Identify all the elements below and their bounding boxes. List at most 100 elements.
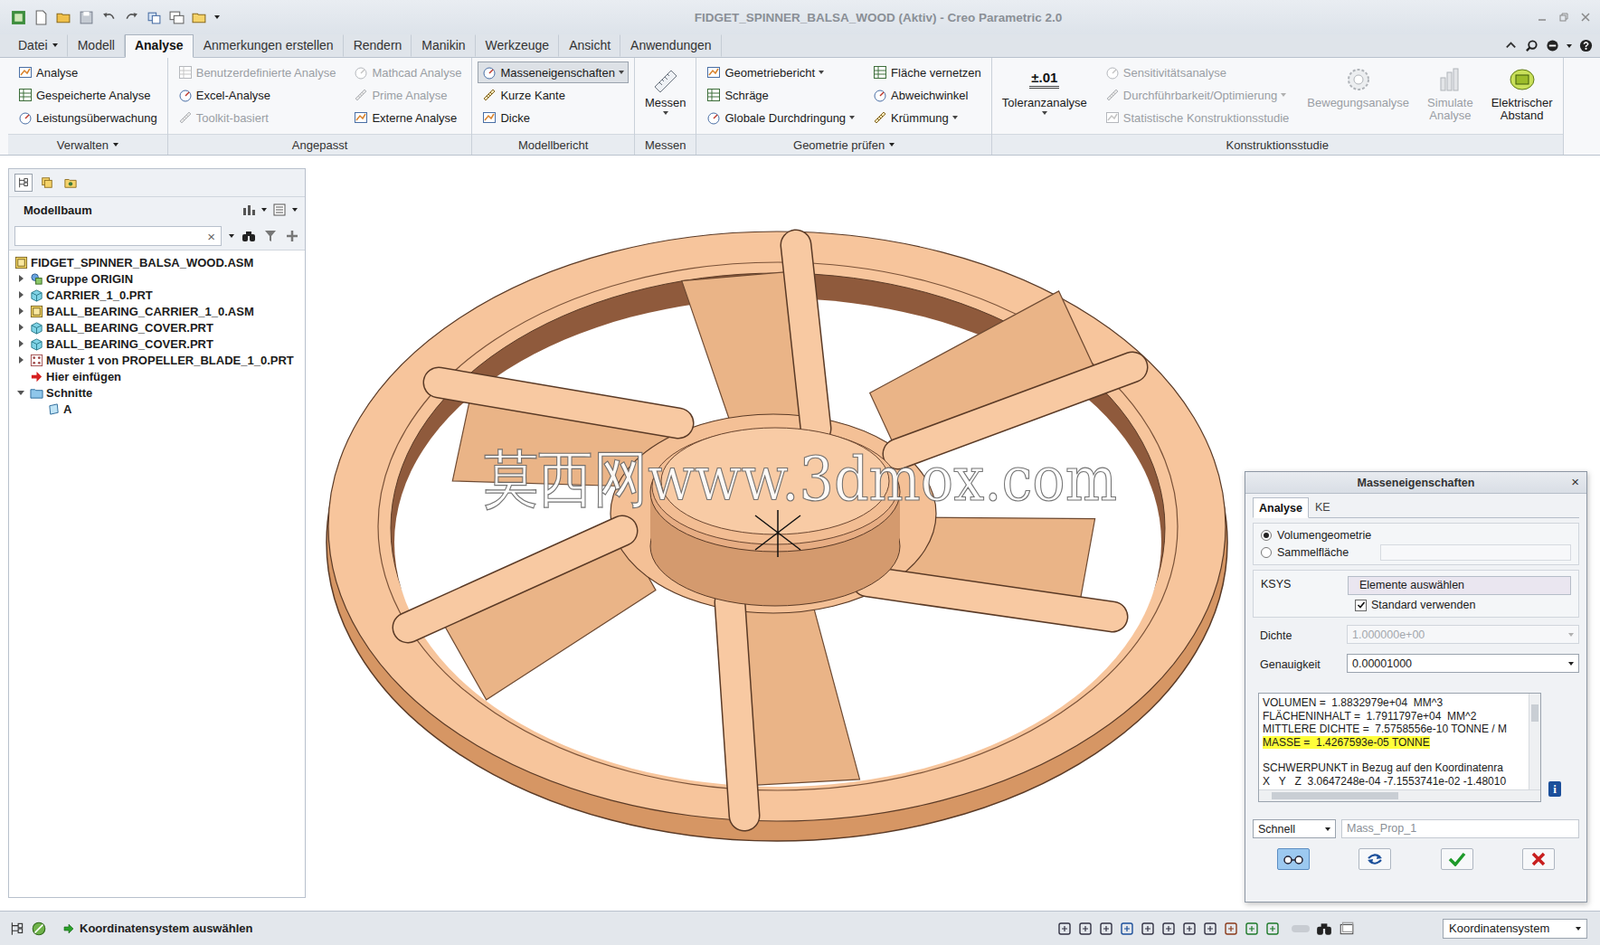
zoom-fit-icon[interactable] xyxy=(1057,921,1072,937)
ribbon-button[interactable]: Gespeicherte Analyse xyxy=(13,84,162,106)
accuracy-field[interactable]: 0.00001000 xyxy=(1346,653,1580,673)
ribbon-tab[interactable]: Datei xyxy=(8,34,68,57)
binoculars-icon[interactable] xyxy=(241,228,256,244)
datum-display-icon[interactable] xyxy=(1223,921,1239,937)
dropdown-caret-icon[interactable] xyxy=(228,234,235,238)
ribbon-large-button[interactable]: Elektrischer Abstand xyxy=(1486,61,1558,126)
view-manager-icon[interactable] xyxy=(1140,921,1156,937)
minimize-icon[interactable] xyxy=(1536,11,1548,23)
tree-toggle-icon[interactable] xyxy=(9,920,26,938)
tree-toggle[interactable] xyxy=(14,304,28,318)
tree-item[interactable]: Hier einfügen xyxy=(9,368,305,385)
tree-item[interactable]: BALL_BEARING_COVER.PRT xyxy=(9,335,305,352)
ribbon-tab[interactable]: Analyse xyxy=(124,34,194,58)
ribbon-large-button[interactable]: Simulate Analyse xyxy=(1422,61,1478,126)
ribbon-button[interactable]: Masseneigenschaften xyxy=(477,61,628,84)
ribbon-button[interactable]: Fläche vernetzen xyxy=(868,61,986,84)
redo-icon[interactable] xyxy=(123,9,140,26)
ribbon-button[interactable]: Dicke xyxy=(477,106,628,129)
ribbon-button[interactable]: Analyse xyxy=(13,61,162,84)
radio-button[interactable] xyxy=(1260,547,1272,559)
ribbon-button[interactable]: Abweichwinkel xyxy=(868,84,986,106)
ribbon-large-button[interactable]: ±.01 Toleranzanalyse xyxy=(997,61,1092,118)
select-elements-field[interactable]: Elemente auswählen xyxy=(1347,576,1572,596)
saved-views-icon[interactable] xyxy=(1182,921,1197,937)
help-icon[interactable] xyxy=(1579,38,1593,53)
ribbon-button[interactable]: Externe Analyse xyxy=(349,106,466,129)
density-field[interactable]: 1.000000e+00 xyxy=(1346,624,1580,644)
dialog-tab[interactable]: Analyse xyxy=(1252,497,1309,519)
new-file-icon[interactable] xyxy=(33,9,49,26)
zoom-in-icon[interactable] xyxy=(1078,921,1093,937)
selection-filter-dropdown[interactable]: Koordinatensystem xyxy=(1442,918,1588,939)
display-style-icon[interactable] xyxy=(1161,921,1176,937)
spin-center-icon[interactable] xyxy=(1265,921,1280,937)
ribbon-tab[interactable]: Modell xyxy=(67,34,125,57)
customize-caret-icon[interactable] xyxy=(214,15,220,19)
tree-toggle[interactable] xyxy=(14,288,28,302)
ribbon-button[interactable]: Toolkit-basiert xyxy=(173,106,341,129)
settings-icon[interactable] xyxy=(241,202,256,218)
section-icon[interactable] xyxy=(1202,921,1218,937)
ribbon-group-label[interactable]: Geometrie prüfen xyxy=(696,133,991,155)
ribbon-button[interactable]: Sensitivitätsanalyse xyxy=(1100,61,1295,84)
tree-toggle[interactable] xyxy=(14,386,28,399)
undo-icon[interactable] xyxy=(101,9,117,26)
tree-item[interactable]: Schnitte xyxy=(9,384,305,401)
ribbon-tab[interactable]: Rendern xyxy=(343,34,413,57)
graphics-window[interactable]: 莫西网www.3dmox.com Masseneigenschaften × A… xyxy=(305,155,1600,911)
open-folder-icon[interactable] xyxy=(56,9,72,26)
folder-icon[interactable] xyxy=(191,9,208,26)
find-icon[interactable] xyxy=(1315,920,1333,938)
repaint-icon[interactable] xyxy=(1119,921,1135,937)
radio-button[interactable] xyxy=(1260,530,1272,541)
ribbon-tab[interactable]: Anmerkungen erstellen xyxy=(193,34,344,57)
browser-toggle-icon[interactable] xyxy=(30,920,48,938)
ribbon-button[interactable]: Durchführbarkeit/Optimierung xyxy=(1100,84,1295,106)
tree-item[interactable]: A xyxy=(9,400,305,417)
tree-item[interactable]: BALL_BEARING_CARRIER_1_0.ASM xyxy=(9,302,305,320)
dropdown-caret-icon[interactable] xyxy=(261,208,267,212)
horizontal-scrollbar[interactable] xyxy=(1259,789,1541,802)
ribbon-tab[interactable]: Anwendungen xyxy=(620,34,722,57)
close-icon[interactable] xyxy=(1580,11,1591,23)
tree-toggle[interactable] xyxy=(14,321,28,334)
ribbon-tab[interactable]: Manikin xyxy=(411,34,475,57)
show-list-icon[interactable] xyxy=(272,202,287,218)
vertical-scrollbar[interactable] xyxy=(1528,693,1541,790)
ribbon-button[interactable]: Globale Durchdringung xyxy=(701,106,860,129)
add-column-icon[interactable] xyxy=(284,228,300,244)
zoom-out-icon[interactable] xyxy=(1098,921,1114,937)
favorites-icon[interactable] xyxy=(61,173,80,192)
windows-icon[interactable] xyxy=(169,9,185,26)
ribbon-group-label[interactable]: Verwalten xyxy=(8,133,168,155)
selection-toggle[interactable] xyxy=(1291,925,1310,933)
ribbon-button[interactable]: Mathcad Analyse xyxy=(349,61,466,84)
ribbon-button[interactable]: Schräge xyxy=(701,84,860,106)
dialog-tab[interactable]: KE xyxy=(1308,497,1337,518)
ribbon-button[interactable]: Excel-Analyse xyxy=(173,84,341,106)
tree-toggle[interactable] xyxy=(14,337,28,351)
ribbon-button[interactable]: Krümmung xyxy=(868,106,986,129)
ribbon-button[interactable]: Leistungsüberwachung xyxy=(13,106,162,129)
ribbon-button[interactable]: Statistische Konstruktionsstudie xyxy=(1100,106,1295,129)
dropdown-caret-icon[interactable] xyxy=(292,208,298,212)
tree-search-field[interactable]: × xyxy=(14,226,222,247)
ribbon-large-button[interactable]: Messen xyxy=(640,61,692,118)
results-box[interactable]: VOLUMEN = 1.8832979e+04 MM^3FLÄCHENINHAL… xyxy=(1258,692,1542,803)
repeat-button[interactable] xyxy=(1358,848,1392,871)
search-icon[interactable] xyxy=(1524,38,1539,53)
annotation-icon[interactable] xyxy=(1244,921,1260,937)
ribbon-button[interactable]: Benutzerdefinierte Analyse xyxy=(173,61,341,84)
filter-icon[interactable] xyxy=(263,228,278,244)
default-checkbox[interactable] xyxy=(1354,599,1367,612)
tree-view-icon[interactable] xyxy=(14,173,33,192)
community-icon[interactable] xyxy=(1545,38,1560,53)
tree-toggle[interactable] xyxy=(14,353,28,367)
regenerate-icon[interactable] xyxy=(146,9,162,26)
window-select-icon[interactable] xyxy=(1338,920,1355,938)
creo-logo-icon[interactable] xyxy=(10,9,27,26)
ribbon-button[interactable]: Kurze Kante xyxy=(477,84,628,106)
tree-item[interactable]: BALL_BEARING_COVER.PRT xyxy=(9,319,305,336)
cancel-button[interactable] xyxy=(1522,848,1555,871)
